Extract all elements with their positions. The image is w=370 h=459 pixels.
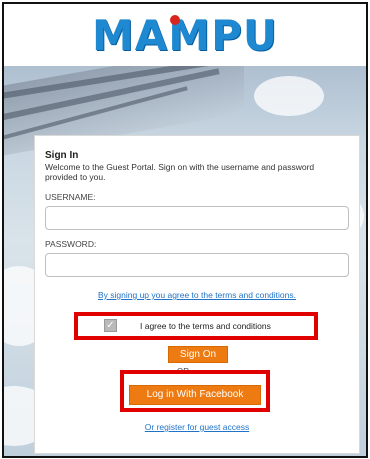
- agree-checkbox[interactable]: ✓: [104, 319, 117, 332]
- register-link[interactable]: Or register for guest access: [35, 422, 359, 432]
- username-input[interactable]: [45, 206, 349, 230]
- agree-label: I agree to the terms and conditions: [140, 321, 271, 331]
- logo-dot: [170, 15, 180, 25]
- password-input[interactable]: [45, 253, 349, 277]
- signin-title: Sign In: [45, 150, 79, 161]
- terms-link[interactable]: By signing up you agree to the terms and…: [35, 290, 359, 300]
- brand-logo: MAMPU: [92, 11, 278, 60]
- cloud: [254, 76, 324, 116]
- password-label: PASSWORD:: [45, 239, 97, 249]
- sign-on-button[interactable]: Sign On: [168, 346, 228, 363]
- check-icon: ✓: [106, 320, 115, 331]
- signin-description: Welcome to the Guest Portal. Sign on wit…: [45, 162, 315, 182]
- logo-bar: MAMPU: [4, 4, 366, 66]
- username-label: USERNAME:: [45, 192, 96, 202]
- facebook-login-button[interactable]: Log in With Facebook: [129, 385, 261, 405]
